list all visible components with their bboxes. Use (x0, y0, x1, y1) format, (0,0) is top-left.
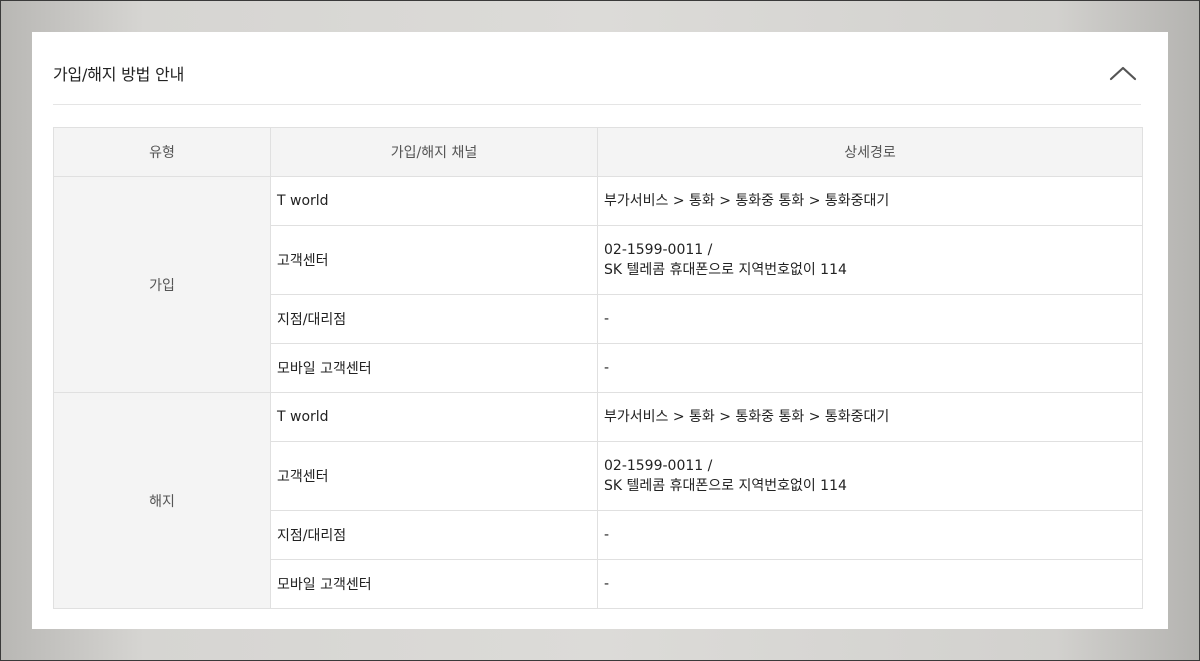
path-cell: - (597, 510, 1143, 560)
path-line: 02-1599-0011 / (604, 458, 713, 474)
header-type: 유형 (53, 127, 271, 177)
section-title: 가입/해지 방법 안내 (53, 65, 185, 84)
path-cell: - (597, 343, 1143, 393)
join-cancel-guide-panel: 가입/해지 방법 안내 유형 가입/해지 채널 상세경로 가입 T world (32, 32, 1168, 629)
path-line: 부가서비스 > 통화 > 통화중 통화 > 통화중대기 (604, 409, 890, 425)
channel-cell: 모바일 고객센터 (270, 559, 598, 609)
header-path: 상세경로 (597, 127, 1143, 177)
path-cell: 02-1599-0011 / SK 텔레콤 휴대폰으로 지역번호없이 114 (597, 441, 1143, 511)
path-line: - (604, 311, 610, 327)
join-cancel-table: 유형 가입/해지 채널 상세경로 가입 T world 부가서비스 > 통화 >… (53, 127, 1143, 609)
path-cell: - (597, 559, 1143, 609)
channel-cell: T world (270, 392, 598, 442)
path-cell: 부가서비스 > 통화 > 통화중 통화 > 통화중대기 (597, 176, 1143, 226)
table-row: 해지 T world 부가서비스 > 통화 > 통화중 통화 > 통화중대기 (53, 392, 1143, 609)
path-line: SK 텔레콤 휴대폰으로 지역번호없이 114 (604, 262, 847, 278)
channel-cell: 고객센터 (270, 225, 598, 295)
channel-cell: 지점/대리점 (270, 510, 598, 560)
collapse-button[interactable] (1108, 62, 1138, 84)
channel-cell: 모바일 고객센터 (270, 343, 598, 393)
channel-cell: T world (270, 176, 598, 226)
path-cell: 02-1599-0011 / SK 텔레콤 휴대폰으로 지역번호없이 114 (597, 225, 1143, 295)
channel-cell: 지점/대리점 (270, 294, 598, 344)
table-header-row: 유형 가입/해지 채널 상세경로 (53, 127, 1143, 177)
chevron-up-icon (1109, 66, 1137, 81)
header-channel: 가입/해지 채널 (270, 127, 598, 177)
path-cell: 부가서비스 > 통화 > 통화중 통화 > 통화중대기 (597, 392, 1143, 442)
type-cell-cancel: 해지 (53, 392, 271, 609)
path-cell: - (597, 294, 1143, 344)
panel-header: 가입/해지 방법 안내 (53, 32, 1141, 105)
type-cell-join: 가입 (53, 176, 271, 393)
channel-cell: 고객센터 (270, 441, 598, 511)
path-line: - (604, 527, 610, 543)
path-line: - (604, 576, 610, 592)
path-line: SK 텔레콤 휴대폰으로 지역번호없이 114 (604, 478, 847, 494)
path-line: 02-1599-0011 / (604, 242, 713, 258)
table-row: 가입 T world 부가서비스 > 통화 > 통화중 통화 > 통화중대기 (53, 176, 1143, 393)
path-line: - (604, 360, 610, 376)
path-line: 부가서비스 > 통화 > 통화중 통화 > 통화중대기 (604, 193, 890, 209)
